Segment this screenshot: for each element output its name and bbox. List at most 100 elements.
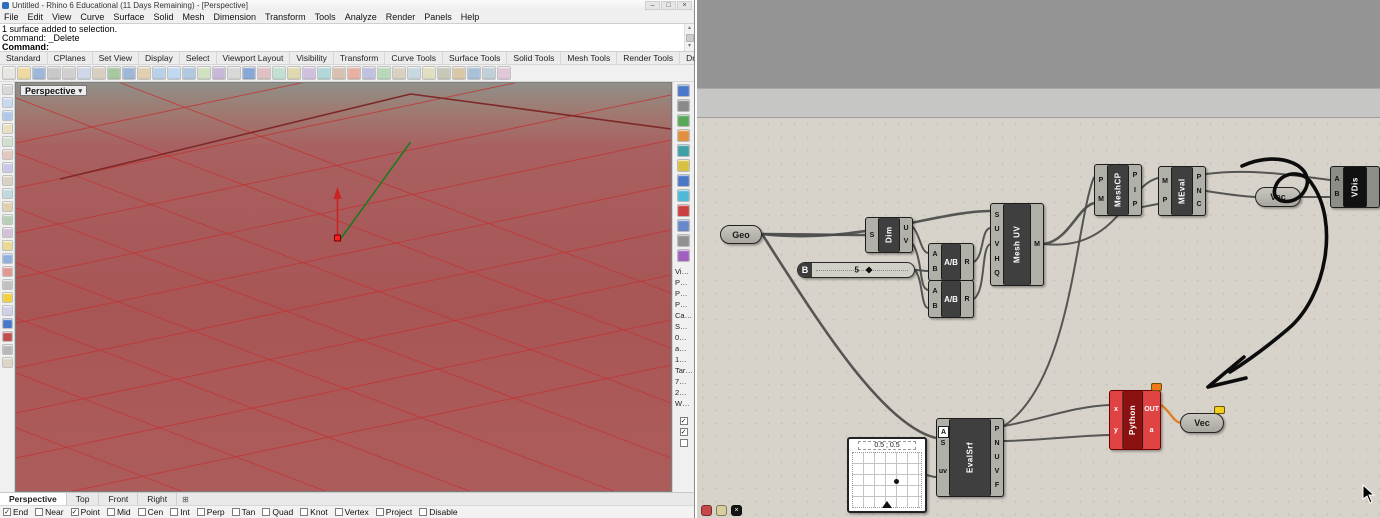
viewport-tab[interactable]: Perspective xyxy=(0,493,67,505)
zoom-selected-icon[interactable] xyxy=(182,66,196,80)
new-viewport-icon[interactable]: ⊞ xyxy=(177,493,194,505)
dimension-icon[interactable] xyxy=(1,266,13,277)
command-scrollbar[interactable]: ▴ ▾ xyxy=(684,24,694,51)
maximize-button[interactable]: □ xyxy=(661,1,676,10)
toolbar-tab[interactable]: Curve Tools xyxy=(385,52,444,64)
mesh-closest-point-port-i[interactable]: I xyxy=(1134,187,1136,194)
osnap-panel-icon[interactable] xyxy=(677,249,690,262)
osnap-toggle[interactable]: Cen xyxy=(137,507,163,517)
block-icon[interactable] xyxy=(1,292,13,303)
mesh-closest-point-port-p[interactable]: P xyxy=(1133,201,1138,208)
curve-icon[interactable] xyxy=(1,110,13,121)
toolbar-tab[interactable]: Render Tools xyxy=(617,52,681,64)
web-panel-icon[interactable] xyxy=(677,219,690,232)
md-slider[interactable]: 0.5 ; 0.5 xyxy=(847,437,927,513)
osnap-checkbox[interactable] xyxy=(419,508,428,516)
layers-panel-icon[interactable] xyxy=(677,114,690,127)
menu-item[interactable]: File xyxy=(4,12,19,22)
polyline-icon[interactable] xyxy=(1,97,13,108)
python-script-port-out[interactable]: OUT xyxy=(1144,406,1159,413)
osnap-checkbox[interactable] xyxy=(375,508,384,516)
osnap-toggle[interactable]: Quad xyxy=(262,507,293,517)
rotate-view-icon[interactable] xyxy=(197,66,211,80)
panel-item[interactable]: W… xyxy=(675,398,694,409)
panel-item[interactable]: 1… xyxy=(675,354,694,365)
display-panel-icon[interactable] xyxy=(677,84,690,97)
scale-icon[interactable] xyxy=(302,66,316,80)
menu-item[interactable]: Analyze xyxy=(345,12,377,22)
division-b-port-a[interactable]: A xyxy=(932,288,937,295)
title-bar[interactable]: Untitled - Rhino 6 Educational (11 Days … xyxy=(0,0,694,11)
division-a[interactable]: A B A/B R xyxy=(928,243,974,281)
osnap-toggle[interactable]: Knot xyxy=(300,507,328,517)
gh-mini-icon[interactable] xyxy=(716,505,727,516)
help-panel-icon[interactable] xyxy=(677,174,690,187)
menu-item[interactable]: Edit xyxy=(28,12,44,22)
hatch-icon[interactable] xyxy=(1,279,13,290)
osnap-checkbox[interactable] xyxy=(334,508,343,516)
offset-icon[interactable] xyxy=(407,66,421,80)
geo-param[interactable]: Geo xyxy=(720,225,762,244)
mesh-uv-component-port-s[interactable]: S xyxy=(995,212,1000,219)
move-icon[interactable] xyxy=(257,66,271,80)
panel-item[interactable]: a… xyxy=(675,343,694,354)
menu-item[interactable]: Dimension xyxy=(213,12,256,22)
box-icon[interactable] xyxy=(1,201,13,212)
toolbar-tab[interactable]: Set View xyxy=(93,52,140,64)
number-slider[interactable]: B5 xyxy=(797,262,915,278)
dimensions-component-port-v[interactable]: V xyxy=(904,238,909,245)
menu-item[interactable]: View xyxy=(52,12,71,22)
point-icon[interactable] xyxy=(1,240,13,251)
libraries-panel-icon[interactable] xyxy=(677,204,690,217)
cut-icon[interactable] xyxy=(62,66,76,80)
panel-item[interactable]: Ca… xyxy=(675,310,694,321)
osnap-toggle[interactable]: Int xyxy=(170,507,190,517)
dimensions-component[interactable]: S Dim U V xyxy=(865,217,913,253)
evaluate-surface-port-v[interactable]: V xyxy=(995,468,1000,475)
vec-param-2-warning-badge[interactable] xyxy=(1214,406,1225,414)
osnap-checkbox[interactable] xyxy=(196,508,205,516)
selected-surface[interactable] xyxy=(16,83,671,491)
layers-icon[interactable] xyxy=(467,66,481,80)
surface-icon[interactable] xyxy=(1,175,13,186)
panel-item[interactable]: Tar… xyxy=(675,365,694,376)
gh-doc-icon[interactable] xyxy=(701,505,712,516)
vector-display-port-a[interactable]: A xyxy=(1334,176,1339,183)
open-file-icon[interactable] xyxy=(17,66,31,80)
sweep-icon[interactable] xyxy=(1,357,13,368)
menu-item[interactable]: Panels xyxy=(424,12,452,22)
osnap-checkbox[interactable] xyxy=(106,508,115,516)
evaluate-surface-port-uv[interactable]: uv xyxy=(939,468,947,475)
python-script-port-y[interactable]: y xyxy=(1114,427,1118,434)
osnap-toggle[interactable]: Perp xyxy=(196,507,225,517)
mirror-icon[interactable] xyxy=(317,66,331,80)
mesh-uv-component-port-q[interactable]: Q xyxy=(994,270,999,277)
division-a-port-b[interactable]: B xyxy=(932,266,937,273)
mesh-eval-port-c[interactable]: C xyxy=(1196,201,1201,208)
osnap-toggle[interactable]: Near xyxy=(35,507,64,517)
panel-checkbox[interactable]: ✓ xyxy=(679,417,688,425)
toolbar-tab[interactable]: Visibility xyxy=(290,52,334,64)
mesh-closest-point[interactable]: P M MeshCP P I P xyxy=(1094,164,1142,216)
toolbar-tab[interactable]: Viewport Layout xyxy=(217,52,291,64)
notes-panel-icon[interactable] xyxy=(677,189,690,202)
viewport-title[interactable]: Perspective ▾ xyxy=(20,85,88,96)
rendering-panel-icon[interactable] xyxy=(677,129,690,142)
fillet-icon[interactable] xyxy=(392,66,406,80)
menu-item[interactable]: Curve xyxy=(80,12,104,22)
evaluate-surface-port-n[interactable]: N xyxy=(994,440,999,447)
panel-item[interactable]: 7… xyxy=(675,376,694,387)
menu-item[interactable]: Tools xyxy=(315,12,336,22)
arc-icon[interactable] xyxy=(1,136,13,147)
mesh-uv-component[interactable]: S U V H Q Mesh UV M xyxy=(990,203,1044,286)
mesh-uv-component-port-m[interactable]: M xyxy=(1034,241,1040,248)
menu-item[interactable]: Surface xyxy=(113,12,144,22)
zoom-window-icon[interactable] xyxy=(167,66,181,80)
mesh-icon[interactable] xyxy=(1,227,13,238)
panel-item[interactable]: P… xyxy=(675,277,694,288)
viewport-tab[interactable]: Top xyxy=(67,493,100,505)
osnap-checkbox[interactable] xyxy=(231,508,240,516)
python-script-port-x[interactable]: x xyxy=(1114,406,1118,413)
close-button[interactable]: × xyxy=(677,1,692,10)
mesh-eval[interactable]: M P MEval P N C xyxy=(1158,166,1206,216)
